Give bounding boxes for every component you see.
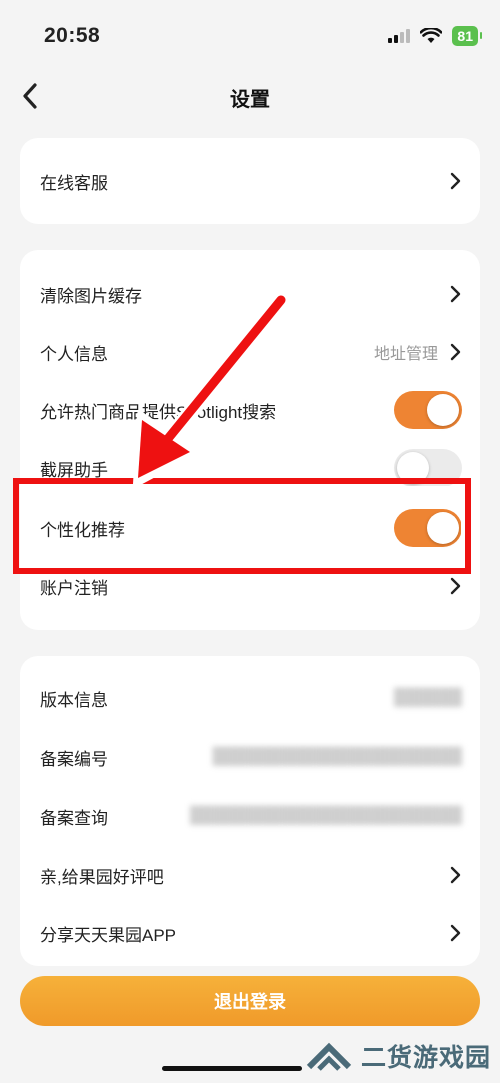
signal-icon	[388, 29, 411, 43]
logout-button[interactable]: 退出登录	[20, 976, 480, 1026]
settings-card-support: 在线客服	[20, 138, 480, 224]
row-label: 允许热门商品提供Spotlight搜索	[40, 402, 277, 422]
spotlight-toggle[interactable]	[394, 391, 462, 429]
row-record-number: 备案编号 ██████████████████████	[20, 728, 480, 786]
version-value: ██████	[393, 689, 462, 706]
page-title: 设置	[230, 88, 270, 111]
chevron-right-icon	[448, 866, 462, 884]
row-label: 亲,给果园好评吧	[40, 867, 164, 887]
watermark-text: 二货游戏园	[361, 1044, 492, 1072]
chevron-right-icon	[448, 343, 462, 361]
row-rate-app[interactable]: 亲,给果园好评吧	[20, 846, 480, 904]
chevron-right-icon	[448, 577, 462, 595]
back-button[interactable]	[14, 80, 46, 112]
row-account-cancellation[interactable]: 账户注销	[20, 557, 480, 615]
record-number-value: ██████████████████████	[212, 748, 462, 765]
home-indicator	[162, 1066, 302, 1071]
chevron-right-icon	[448, 285, 462, 303]
watermark: 二货游戏园	[305, 1034, 491, 1078]
chevron-right-icon	[448, 172, 462, 190]
chevron-left-icon	[23, 83, 37, 109]
row-label: 个性化推荐	[40, 520, 125, 540]
settings-card-account: 清除图片缓存 个人信息 地址管理 允许热门商品提供Spotlight搜索 截屏助…	[20, 250, 480, 630]
row-label: 备案编号	[40, 749, 108, 769]
wifi-icon	[420, 28, 443, 43]
battery-level: 81	[457, 28, 473, 44]
row-label: 分享天天果园APP	[40, 925, 177, 945]
row-personal-info[interactable]: 个人信息 地址管理	[20, 323, 480, 381]
row-label: 个人信息	[40, 344, 108, 364]
status-time: 20:58	[44, 24, 101, 47]
row-online-service[interactable]: 在线客服	[20, 152, 480, 210]
record-query-value: ████████████████████████	[189, 807, 462, 824]
row-value: 地址管理	[373, 346, 438, 363]
logo-icon	[306, 1042, 352, 1071]
row-screenshot-assistant: 截屏助手	[20, 439, 480, 497]
settings-card-about: 版本信息 ██████ 备案编号 ██████████████████████ …	[20, 656, 480, 966]
row-label: 版本信息	[40, 690, 108, 710]
battery-icon: 81	[452, 26, 482, 46]
row-label: 清除图片缓存	[40, 286, 142, 306]
row-personalized-recommendation: 个性化推荐	[20, 499, 480, 557]
row-record-query[interactable]: 备案查询 ████████████████████████	[20, 787, 480, 845]
nav-bar: 设置	[0, 76, 500, 118]
status-bar: 20:58 81	[0, 0, 500, 76]
row-label: 截屏助手	[40, 460, 108, 480]
chevron-right-icon	[448, 924, 462, 942]
screenshot-assistant-toggle[interactable]	[394, 449, 462, 487]
row-share-app[interactable]: 分享天天果园APP	[20, 904, 480, 962]
personalized-recommendation-toggle[interactable]	[394, 509, 462, 547]
row-clear-image-cache[interactable]: 清除图片缓存	[20, 265, 480, 323]
row-label: 备案查询	[40, 808, 108, 828]
row-spotlight-search: 允许热门商品提供Spotlight搜索	[20, 381, 480, 439]
row-label: 账户注销	[40, 578, 108, 598]
row-label: 在线客服	[40, 173, 108, 193]
status-icons: 81	[388, 26, 482, 46]
row-version-info: 版本信息 ██████	[20, 669, 480, 727]
